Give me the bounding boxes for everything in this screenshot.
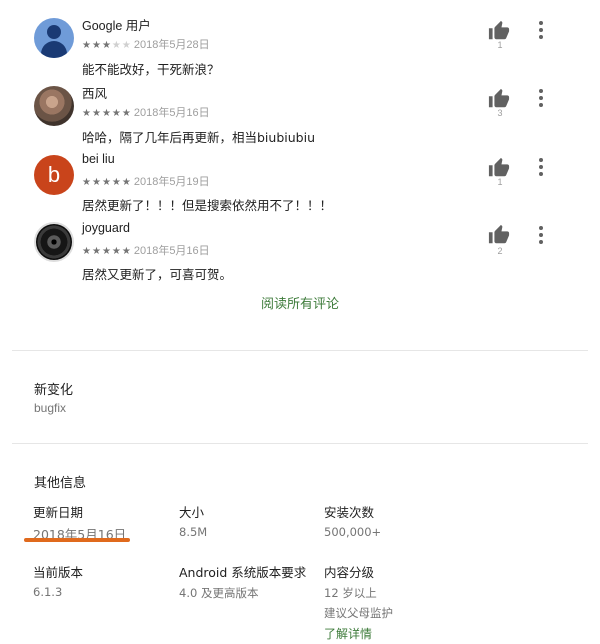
more-options-icon[interactable] bbox=[537, 226, 545, 244]
thumbs-up-icon[interactable] bbox=[488, 224, 510, 246]
star-filled-icon: ★ bbox=[111, 177, 122, 188]
installs-label: 安装次数 bbox=[324, 505, 375, 520]
thumbs-up-icon[interactable] bbox=[488, 20, 510, 42]
star-filled-icon: ★ bbox=[82, 177, 92, 188]
review-item: b bei liu ★★★★★ 2018年5月19日 居然更新了！！！但是搜索依然… bbox=[0, 149, 600, 217]
thumbs-up-icon[interactable] bbox=[488, 157, 510, 179]
content-rating-label: 内容分级 bbox=[324, 565, 375, 580]
review-text: 居然更新了！！！但是搜索依然用不了！！！ bbox=[82, 198, 333, 213]
installs-value: 500,000+ bbox=[324, 525, 382, 539]
star-rating: ★★★★★ bbox=[82, 175, 132, 188]
helpful-count: 1 bbox=[497, 177, 503, 187]
requires-android-label: Android 系统版本要求 bbox=[179, 565, 307, 580]
rating-and-date: ★★★★★ 2018年5月28日 bbox=[82, 36, 210, 52]
helpful-count: 2 bbox=[497, 246, 503, 256]
star-rating: ★★★★★ bbox=[82, 244, 132, 257]
star-filled-icon: ★ bbox=[91, 108, 102, 119]
star-filled-icon: ★ bbox=[91, 177, 102, 188]
star-filled-icon: ★ bbox=[91, 40, 102, 51]
additional-info-title: 其他信息 bbox=[34, 476, 87, 491]
size-value: 8.5M bbox=[179, 525, 208, 539]
current-version-value: 6.1.3 bbox=[33, 585, 63, 599]
star-filled-icon: ★ bbox=[82, 40, 92, 51]
reviewer-name: 西风 bbox=[82, 87, 108, 101]
updated-label: 更新日期 bbox=[33, 505, 84, 520]
reviewer-name: joyguard bbox=[82, 221, 130, 235]
star-filled-icon: ★ bbox=[101, 246, 112, 257]
requires-android-value: 4.0 及更高版本 bbox=[179, 586, 259, 600]
review-item: joyguard ★★★★★ 2018年5月16日 居然又更新了，可喜可贺。 2 bbox=[0, 218, 600, 286]
rating-and-date: ★★★★★ 2018年5月16日 bbox=[82, 104, 210, 120]
star-empty-icon: ★ bbox=[121, 40, 132, 51]
size-label: 大小 bbox=[179, 505, 205, 520]
star-filled-icon: ★ bbox=[101, 108, 112, 119]
star-empty-icon: ★ bbox=[111, 40, 122, 51]
review-date: 2018年5月16日 bbox=[133, 107, 210, 119]
star-filled-icon: ★ bbox=[121, 246, 132, 257]
default-user-avatar bbox=[34, 18, 74, 58]
review-date: 2018年5月16日 bbox=[133, 245, 210, 257]
helpful-count: 3 bbox=[497, 108, 503, 118]
star-filled-icon: ★ bbox=[111, 108, 122, 119]
star-rating: ★★★★★ bbox=[82, 38, 132, 51]
star-filled-icon: ★ bbox=[101, 40, 112, 51]
parental-guidance-text: 建议父母监护 bbox=[324, 606, 393, 620]
more-options-icon[interactable] bbox=[537, 89, 545, 107]
review-item: Google 用户 ★★★★★ 2018年5月28日 能不能改好，干死新浪？ 1 bbox=[0, 12, 600, 80]
user-photo-avatar bbox=[34, 86, 74, 126]
review-date: 2018年5月28日 bbox=[133, 39, 210, 51]
more-options-icon[interactable] bbox=[537, 158, 545, 176]
section-divider bbox=[12, 443, 588, 444]
section-divider bbox=[12, 350, 588, 351]
review-date: 2018年5月19日 bbox=[133, 176, 210, 188]
read-all-reviews-link[interactable]: 阅读所有评论 bbox=[0, 293, 600, 312]
star-rating: ★★★★★ bbox=[82, 106, 132, 119]
more-options-icon[interactable] bbox=[537, 21, 545, 39]
rating-and-date: ★★★★★ 2018年5月19日 bbox=[82, 173, 210, 189]
review-text: 居然又更新了，可喜可贺。 bbox=[82, 267, 233, 282]
star-filled-icon: ★ bbox=[82, 108, 92, 119]
letter-avatar: b bbox=[34, 155, 74, 195]
star-filled-icon: ★ bbox=[101, 177, 112, 188]
star-filled-icon: ★ bbox=[82, 246, 92, 257]
content-rating-value: 12 岁以上 bbox=[324, 586, 377, 600]
review-text: 能不能改好，干死新浪？ bbox=[82, 62, 220, 77]
star-filled-icon: ★ bbox=[111, 246, 122, 257]
star-filled-icon: ★ bbox=[121, 177, 132, 188]
reviewer-name: Google 用户 bbox=[82, 19, 151, 33]
whats-new-title: 新变化 bbox=[34, 383, 74, 398]
thumbs-up-icon[interactable] bbox=[488, 88, 510, 110]
learn-more-link[interactable]: 了解详情 bbox=[324, 625, 372, 642]
reviewer-name: bei liu bbox=[82, 152, 115, 166]
star-filled-icon: ★ bbox=[91, 246, 102, 257]
speaker-image-avatar bbox=[34, 222, 74, 262]
star-filled-icon: ★ bbox=[121, 108, 132, 119]
current-version-label: 当前版本 bbox=[33, 565, 84, 580]
highlight-underline bbox=[24, 538, 130, 542]
review-item: 西风 ★★★★★ 2018年5月16日 哈哈，隔了几年后再更新，相当biubiub… bbox=[0, 80, 600, 148]
whats-new-text: bugfix bbox=[34, 401, 67, 415]
helpful-count: 1 bbox=[497, 40, 503, 50]
review-text: 哈哈，隔了几年后再更新，相当biubiubiu bbox=[82, 130, 315, 145]
rating-and-date: ★★★★★ 2018年5月16日 bbox=[82, 242, 210, 258]
